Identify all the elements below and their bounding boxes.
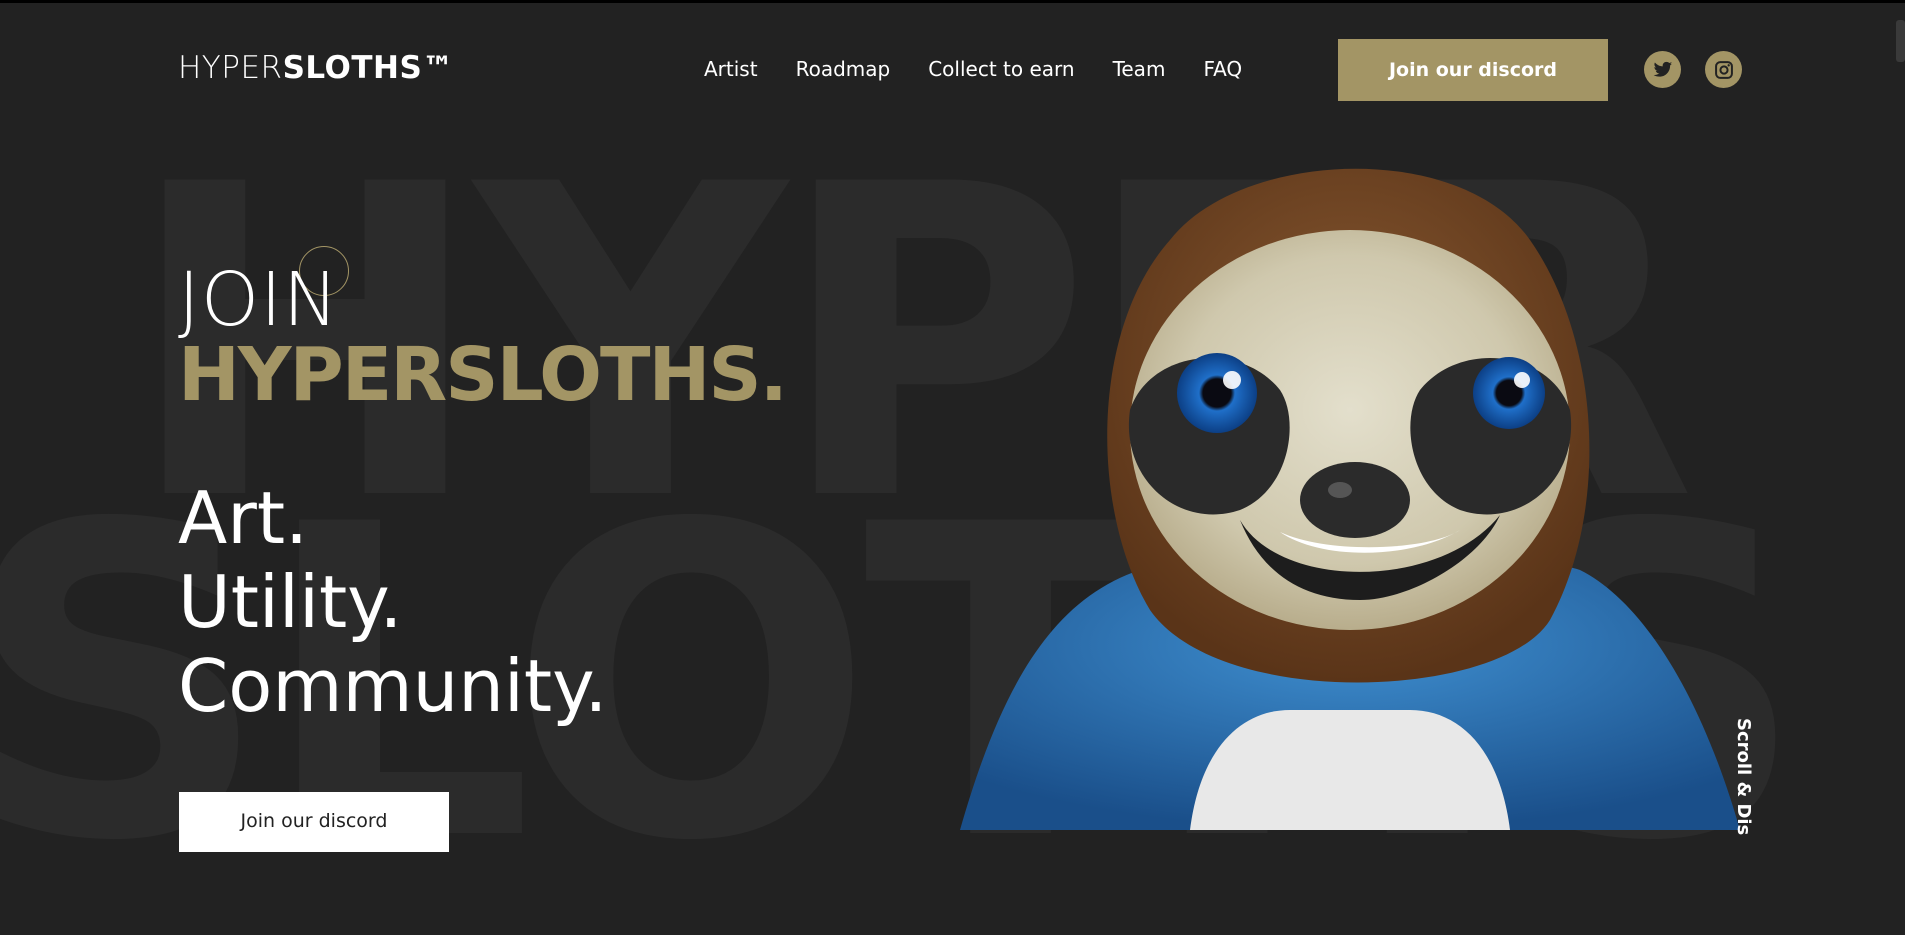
hero-join-text: JOIN [178, 257, 340, 343]
tagline-line-community: Community. [178, 644, 608, 728]
main-nav: Artist Roadmap Collect to earn Team FAQ [704, 57, 1280, 81]
top-border [0, 0, 1905, 3]
scrollbar-thumb[interactable] [1896, 20, 1905, 62]
twitter-link[interactable] [1644, 51, 1681, 88]
nav-item-roadmap[interactable]: Roadmap [796, 57, 891, 81]
nav-item-collect-to-earn[interactable]: Collect to earn [928, 57, 1074, 81]
nav-item-faq[interactable]: FAQ [1203, 57, 1242, 81]
nav-item-team[interactable]: Team [1113, 57, 1166, 81]
nav-item-artist[interactable]: Artist [704, 57, 758, 81]
logo-bold-text: SLOTHS™ [282, 50, 454, 86]
hero-tagline: Art. Utility. Community. [178, 476, 607, 728]
logo[interactable]: HYPERSLOTHS™ [178, 50, 454, 86]
tagline-line-utility: Utility. [178, 560, 403, 644]
sloth-illustration [960, 168, 1740, 830]
logo-light-text: HYPER [178, 50, 283, 86]
hero-brand-text: HYPERSLOTHS. [178, 332, 788, 418]
join-discord-hero-button[interactable]: Join our discord [179, 792, 449, 852]
instagram-icon [1714, 60, 1733, 79]
scroll-hint: Scroll & Dis [1733, 718, 1754, 836]
twitter-icon [1653, 61, 1672, 77]
join-discord-header-button[interactable]: Join our discord [1338, 39, 1608, 101]
instagram-link[interactable] [1705, 51, 1742, 88]
tagline-line-art: Art. [178, 476, 308, 560]
